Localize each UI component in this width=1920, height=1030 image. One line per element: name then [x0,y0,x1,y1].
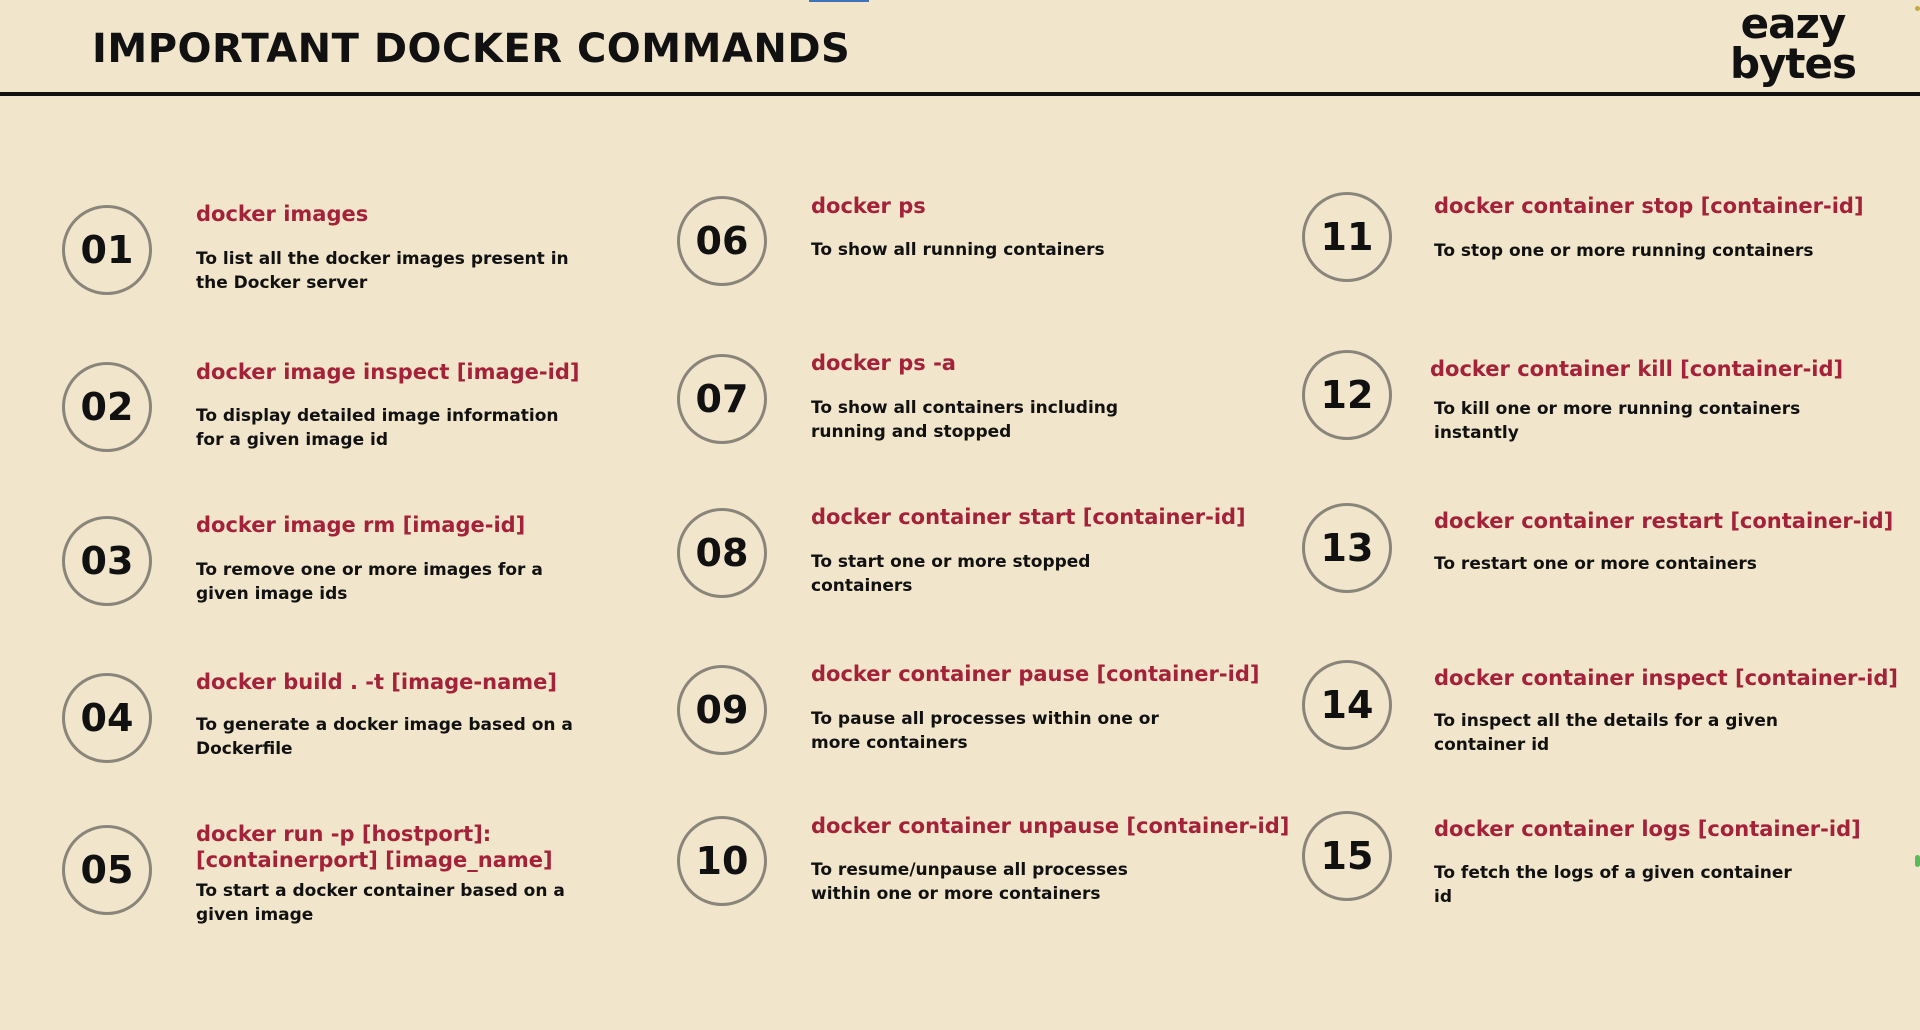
number-circle: 08 [677,508,767,598]
number-circle: 07 [677,354,767,444]
command-description: To pause all processes within one or mor… [811,709,1159,753]
command-text: docker container pause [container-id] [811,662,1260,686]
command-description: To fetch the logs of a given container i… [1434,863,1792,907]
command-description: To resume/unpause all processes within o… [811,860,1128,904]
command-text: docker image inspect [image-id] [196,360,580,384]
page-title: IMPORTANT DOCKER COMMANDS [92,26,851,72]
edge-dot [1915,855,1920,867]
number-circle: 12 [1302,350,1392,440]
command-text: docker run -p [hostport]:[containerport]… [196,822,553,872]
command-text: docker container restart [container-id] [1434,509,1894,533]
command-description: To remove one or more images for a given… [196,560,543,604]
command-description: To display detailed image information fo… [196,406,559,450]
command-text: docker container start [container-id] [811,505,1246,529]
command-text: docker container logs [container-id] [1434,817,1861,841]
command-description: To restart one or more containers [1434,554,1757,574]
number-circle: 10 [677,816,767,906]
command-description: To inspect all the details for a given c… [1434,711,1778,755]
command-description: To start one or more stopped containers [811,552,1091,596]
command-description: To show all containers including running… [811,398,1119,442]
command-text: docker container stop [container-id] [1434,194,1864,218]
command-description: To list all the docker images present in… [196,249,569,293]
number-circle: 15 [1302,811,1392,901]
number-circle: 13 [1302,503,1392,593]
number-circle: 05 [62,825,152,915]
command-text: docker ps -a [811,351,956,375]
command-text: docker container kill [container-id] [1430,357,1844,381]
corner-dot [1915,6,1920,11]
logo-line-2: bytes [1729,39,1857,88]
command-text: docker images [196,202,369,226]
logo-line-1: eazy [1740,0,1847,48]
number-circle: 04 [62,673,152,763]
command-text: docker ps [811,194,926,218]
command-description: To generate a docker image based on a Do… [196,715,573,759]
number-circle: 03 [62,516,152,606]
command-text: docker image rm [image-id] [196,513,526,537]
header: IMPORTANT DOCKER COMMANDS eazy bytes [0,0,1920,96]
command-description: To show all running containers [811,240,1105,260]
number-circle: 11 [1302,192,1392,282]
number-circle: 14 [1302,660,1392,750]
command-description: To stop one or more running containers [1434,241,1814,261]
eazybytes-logo: eazy bytes [1729,0,1857,88]
command-description: To start a docker container based on a g… [196,881,565,925]
number-circle: 02 [62,362,152,452]
number-circle: 06 [677,196,767,286]
command-text: docker build . -t [image-name] [196,670,557,694]
command-text: docker container inspect [container-id] [1434,666,1898,690]
command-description: To kill one or more running containers i… [1434,399,1801,443]
number-circle: 01 [62,205,152,295]
number-circle: 09 [677,665,767,755]
command-text: docker container unpause [container-id] [811,814,1290,838]
